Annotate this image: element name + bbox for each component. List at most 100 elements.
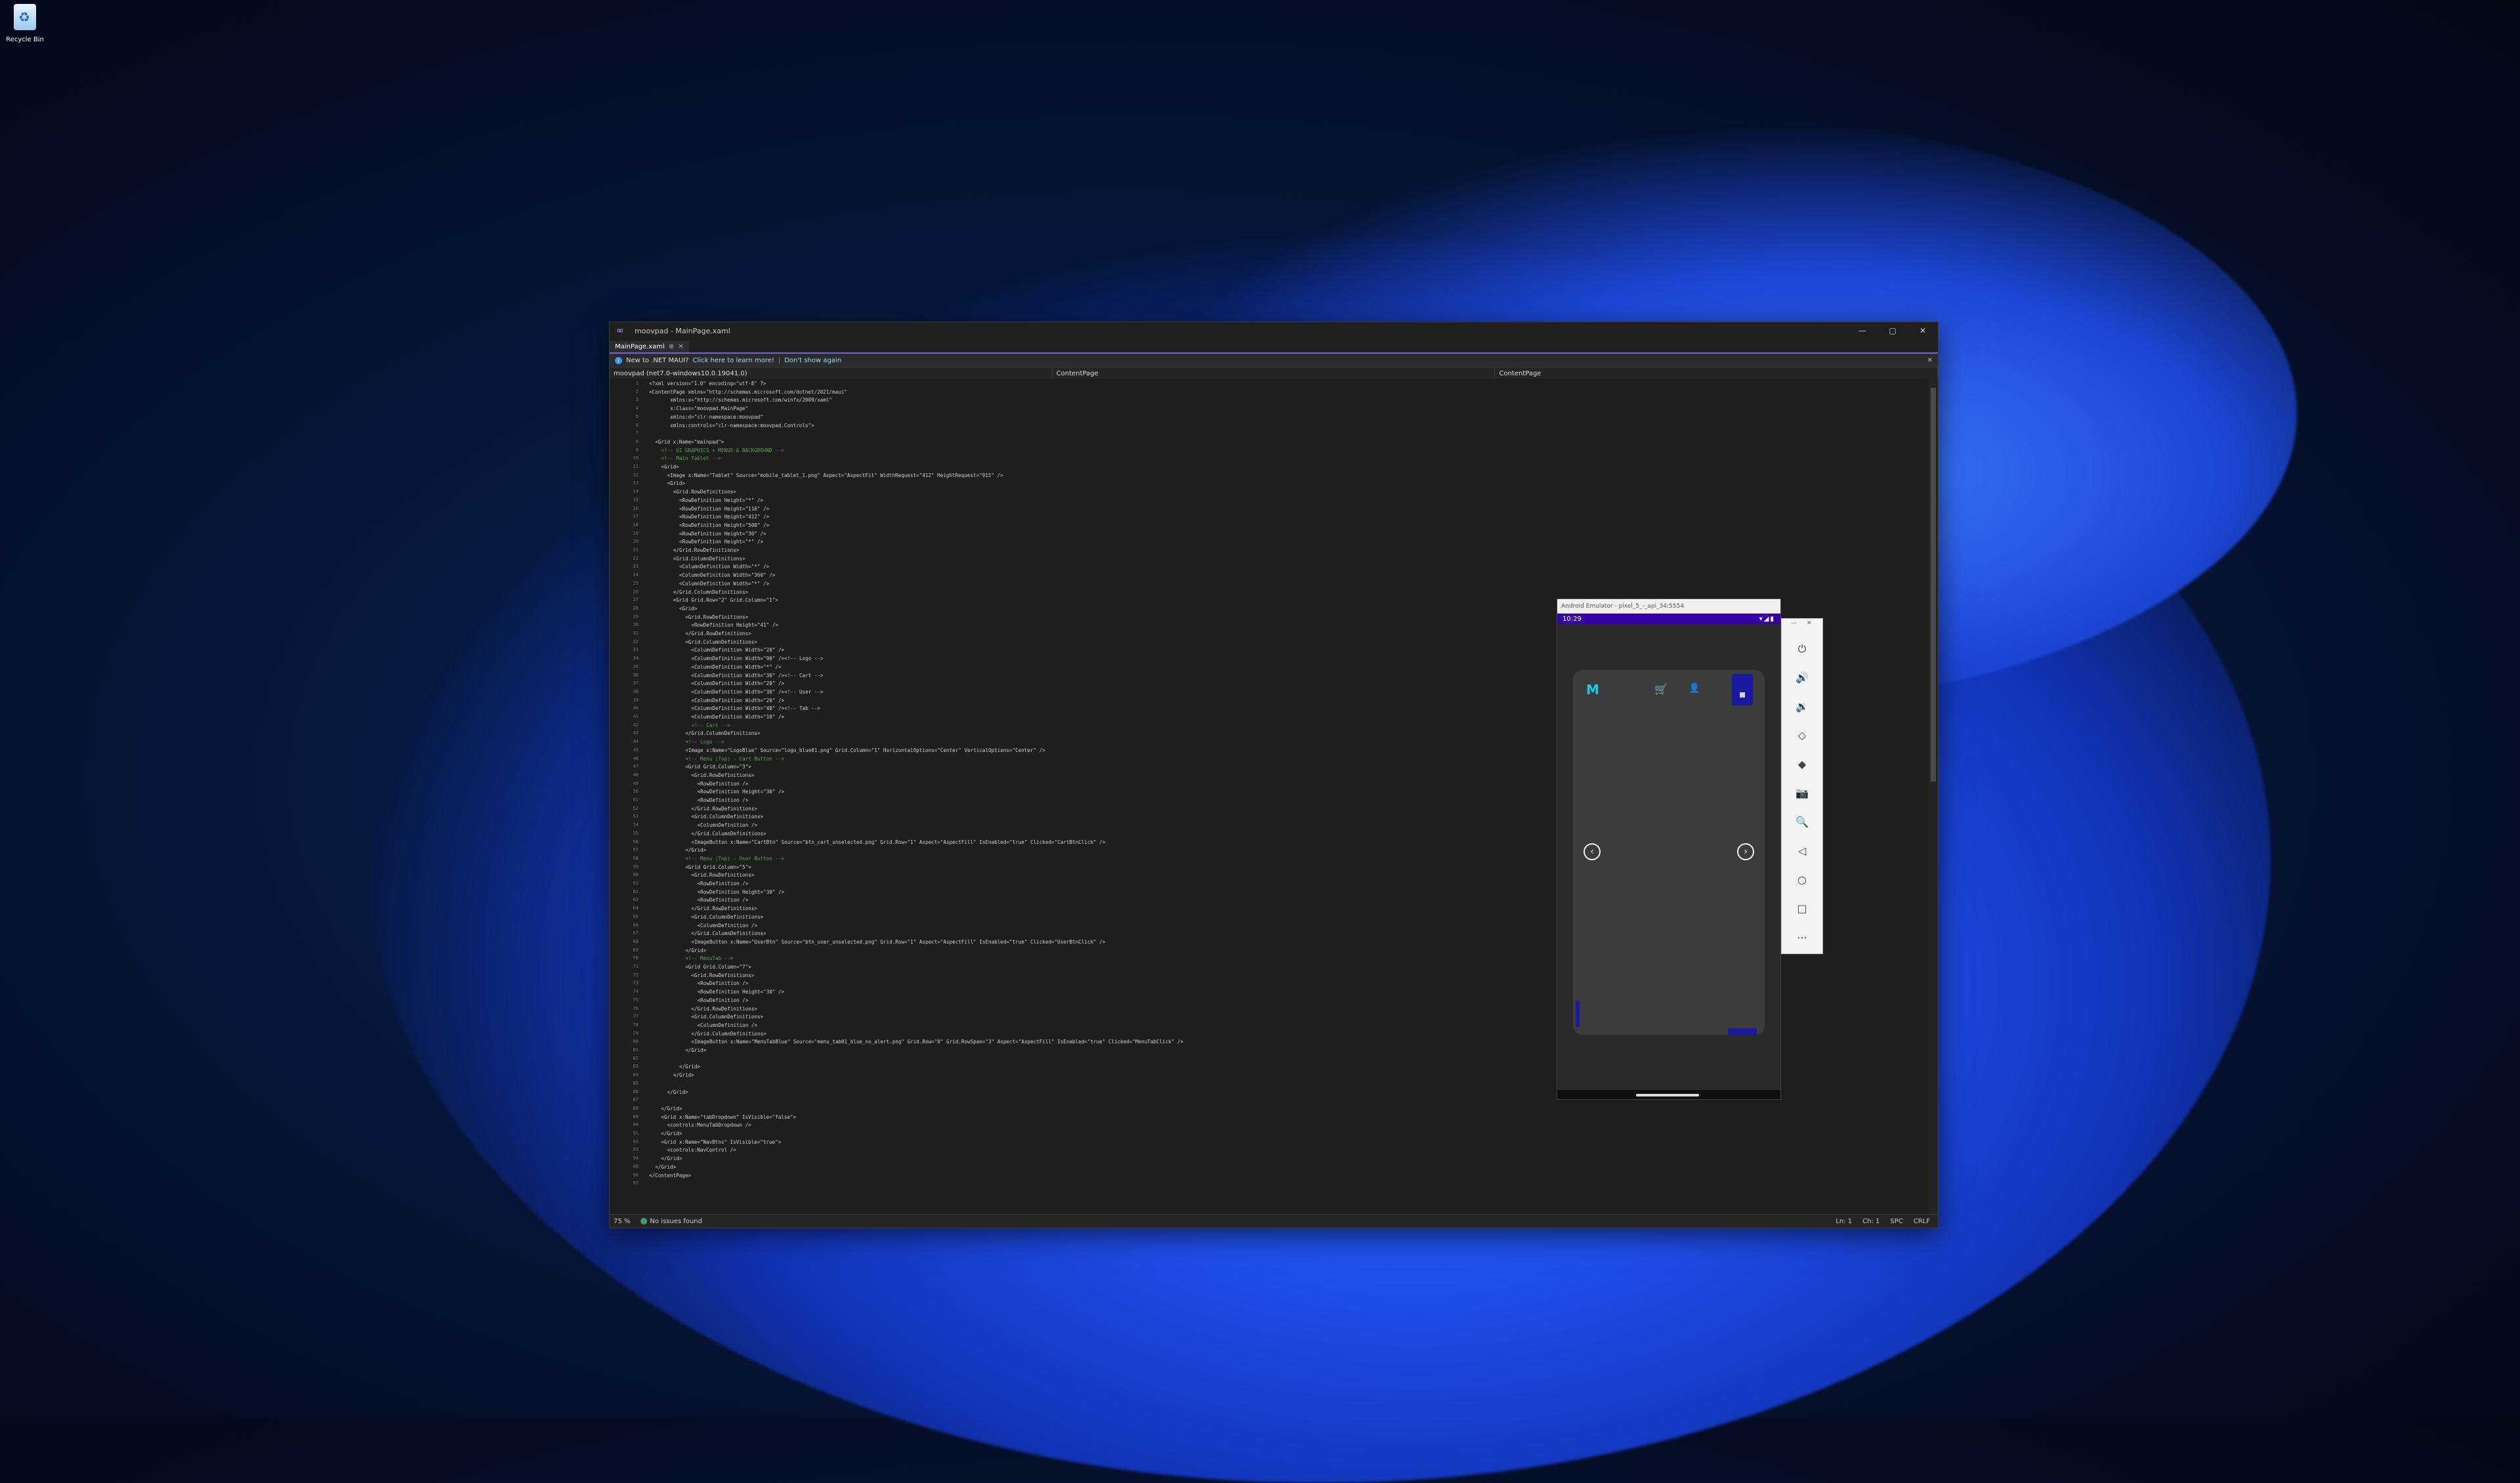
code-line[interactable]: </Grid.ColumnDefinitions> xyxy=(691,930,766,938)
code-line[interactable]: <ColumnDefinition Width="90" /><!-- Logo… xyxy=(691,655,823,663)
code-line[interactable]: </Grid> xyxy=(667,1089,688,1097)
code-line[interactable]: <Grid.ColumnDefinitions> xyxy=(685,638,757,647)
toolbar-close-icon[interactable]: ✕ xyxy=(1807,620,1812,627)
code-line[interactable]: </Grid> xyxy=(685,846,706,855)
code-line[interactable]: xmlns:x="http://schemas.microsoft.com/wi… xyxy=(670,396,832,405)
next-arrow-icon[interactable]: › xyxy=(1737,843,1754,860)
code-line[interactable]: <ColumnDefinition Width="40" /><!-- Tab … xyxy=(691,705,820,713)
code-line[interactable]: xmlns:d="clr-namespace:moovpad" xyxy=(670,413,763,422)
code-line[interactable]: <Image x:Name="LogoBlue" Source="logo_bl… xyxy=(685,747,1045,755)
learn-more-link[interactable]: Click here to learn more! xyxy=(693,357,774,364)
back-icon[interactable]: ◁ xyxy=(1782,845,1822,857)
code-line[interactable]: <RowDefinition /> xyxy=(698,980,749,988)
code-line[interactable]: <Grid.ColumnDefinitions> xyxy=(691,1013,763,1022)
code-line[interactable]: <Grid x:Name="NavBtns" IsVisible="true"> xyxy=(661,1138,781,1147)
zoom-level[interactable]: 75 % xyxy=(614,1218,630,1225)
code-line[interactable]: <RowDefinition /> xyxy=(698,880,749,888)
code-line[interactable]: <Grid.ColumnDefinitions> xyxy=(691,813,763,822)
code-line[interactable]: <Grid.ColumnDefinitions> xyxy=(673,555,746,564)
code-line[interactable]: </Grid.RowDefinitions> xyxy=(691,1005,757,1014)
recycle-bin[interactable]: Recycle Bin xyxy=(4,4,46,44)
code-line[interactable]: <RowDefinition Height="412" /> xyxy=(679,513,769,522)
code-line[interactable]: <Grid> xyxy=(679,605,697,614)
code-line[interactable]: <RowDefinition Height="41" /> xyxy=(691,621,778,630)
code-line[interactable]: </Grid> xyxy=(685,1047,706,1055)
code-line[interactable]: <Grid> xyxy=(667,480,685,488)
pin-icon[interactable]: ⊕ xyxy=(669,343,674,350)
code-line[interactable]: </Grid.RowDefinitions> xyxy=(691,905,757,913)
code-line[interactable]: <Grid x:Name="tabDropdown" IsVisible="fa… xyxy=(661,1114,796,1122)
scrollbar-thumb[interactable] xyxy=(1931,388,1936,782)
type-dropdown[interactable]: ContentPage xyxy=(1053,367,1496,379)
code-line[interactable]: <Grid.RowDefinitions> xyxy=(691,972,754,980)
code-line[interactable]: <ColumnDefinition Width="360" /> xyxy=(679,572,775,580)
infobar-close-icon[interactable]: ✕ xyxy=(1927,357,1933,364)
eol-indicator[interactable]: CRLF xyxy=(1914,1218,1930,1225)
tab-close-icon[interactable]: ✕ xyxy=(678,343,683,350)
code-line[interactable]: <Grid Grid.Row="2" Grid.Column="1"> xyxy=(673,596,778,605)
code-line[interactable]: <Grid.RowDefinitions> xyxy=(691,871,754,880)
code-line[interactable]: <RowDefinition /> xyxy=(698,780,749,789)
issues-indicator[interactable]: No issues found xyxy=(640,1218,702,1225)
code-line[interactable]: </ContentPage> xyxy=(649,1172,691,1180)
code-line[interactable]: <RowDefinition Height="30" /> xyxy=(698,988,785,997)
code-line[interactable]: <RowDefinition Height="500" /> xyxy=(679,522,769,530)
code-line[interactable]: <RowDefinition Height="*" /> xyxy=(679,538,763,547)
code-line[interactable]: <ColumnDefinition Width="*" /> xyxy=(679,580,769,589)
code-line[interactable]: </Grid> xyxy=(661,1155,682,1163)
code-line[interactable]: <!-- Menu (Top) - User Button --> xyxy=(685,855,784,864)
rotate-right-icon[interactable]: ◆ xyxy=(1782,758,1822,770)
code-line[interactable]: <Grid.RowDefinitions> xyxy=(685,614,748,622)
line-indicator[interactable]: Ln: 1 xyxy=(1836,1218,1852,1225)
code-line[interactable]: </Grid.ColumnDefinitions> xyxy=(691,1030,766,1039)
maximize-button[interactable]: ▢ xyxy=(1878,326,1908,335)
spacing-indicator[interactable]: SPC xyxy=(1890,1218,1902,1225)
code-line[interactable]: <ImageButton x:Name="MenuTabBlue" Source… xyxy=(691,1038,1183,1047)
code-line[interactable]: <!-- Logo --> xyxy=(685,738,724,747)
code-line[interactable]: <controls:MenuTabDropdown /> xyxy=(667,1121,751,1130)
code-line[interactable]: <Grid.ColumnDefinitions> xyxy=(691,913,763,922)
code-line[interactable]: </Grid.ColumnDefinitions> xyxy=(673,589,748,597)
menu-tab-button[interactable] xyxy=(1732,674,1753,705)
code-line[interactable]: xmlns:controls="clr-namespace:moovpad.Co… xyxy=(670,422,814,430)
code-line[interactable]: <ImageButton x:Name="UserBtn" Source="bt… xyxy=(691,938,1105,947)
vertical-scrollbar[interactable] xyxy=(1929,379,1938,1215)
code-line[interactable]: <Grid x:Name="mainpad"> xyxy=(655,438,724,447)
code-line[interactable]: <ColumnDefinition Width="20" /> xyxy=(691,680,784,688)
code-line[interactable]: <Image x:Name="Tablet" Source="mobile_ta… xyxy=(667,472,1003,480)
code-line[interactable]: <Grid Grid.Column="7"> xyxy=(685,963,751,972)
volume-up-icon[interactable]: 🔊 xyxy=(1782,671,1822,684)
code-line[interactable]: </Grid.RowDefinitions> xyxy=(673,547,740,555)
code-line[interactable]: <RowDefinition /> xyxy=(698,797,749,805)
volume-down-icon[interactable]: 🔉 xyxy=(1782,700,1822,713)
code-line[interactable]: <RowDefinition /> xyxy=(698,896,749,905)
code-line[interactable]: <RowDefinition Height="116" /> xyxy=(679,505,769,514)
code-line[interactable]: <ColumnDefinition Width="30" /><!-- Cart… xyxy=(691,672,823,680)
code-line[interactable]: </Grid.RowDefinitions> xyxy=(685,630,751,638)
close-button[interactable]: ✕ xyxy=(1908,326,1938,335)
dont-show-again-link[interactable]: Don't show again xyxy=(784,357,841,364)
code-line[interactable]: <?xml version="1.0" encoding="utf-8" ?> xyxy=(649,380,766,388)
code-line[interactable]: <Grid Grid.Column="5"> xyxy=(685,864,751,872)
code-line[interactable]: <ColumnDefinition /> xyxy=(698,922,757,930)
code-line[interactable]: <controls:NavControl /> xyxy=(667,1146,736,1155)
code-line[interactable]: </Grid.ColumnDefinitions> xyxy=(691,830,766,839)
code-line[interactable]: </Grid> xyxy=(655,1163,676,1172)
code-line[interactable]: <ColumnDefinition Width="10" /> xyxy=(691,713,784,722)
code-line[interactable]: <ColumnDefinition Width="*" /> xyxy=(691,663,781,672)
toolbar-minimize-icon[interactable]: — xyxy=(1791,620,1797,627)
code-line[interactable]: <ColumnDefinition Width="30" /><!-- User… xyxy=(691,688,823,697)
overview-icon[interactable]: □ xyxy=(1782,902,1822,915)
tab-mainpage-xaml[interactable]: MainPage.xaml ⊕ ✕ xyxy=(610,341,689,352)
camera-icon[interactable]: 📷 xyxy=(1782,787,1822,799)
code-line[interactable]: <ColumnDefinition Width="20" /> xyxy=(691,646,784,655)
code-line[interactable]: </Grid.RowDefinitions> xyxy=(691,805,757,814)
code-line[interactable]: <!-- MenuTab --> xyxy=(685,955,733,963)
code-line[interactable]: <ImageButton x:Name="CartBtn" Source="bt… xyxy=(691,839,1105,847)
project-dropdown[interactable]: moovpad (net7.0-windows10.0.19041.0) xyxy=(610,367,1053,379)
code-line[interactable]: <!-- Main Tablet --> xyxy=(661,455,721,463)
code-line[interactable]: <Grid Grid.Column="3"> xyxy=(685,763,751,772)
gesture-nav-pill[interactable] xyxy=(1636,1094,1699,1097)
code-line[interactable]: <RowDefinition /> xyxy=(698,997,749,1005)
code-line[interactable]: <ColumnDefinition /> xyxy=(698,1022,757,1030)
